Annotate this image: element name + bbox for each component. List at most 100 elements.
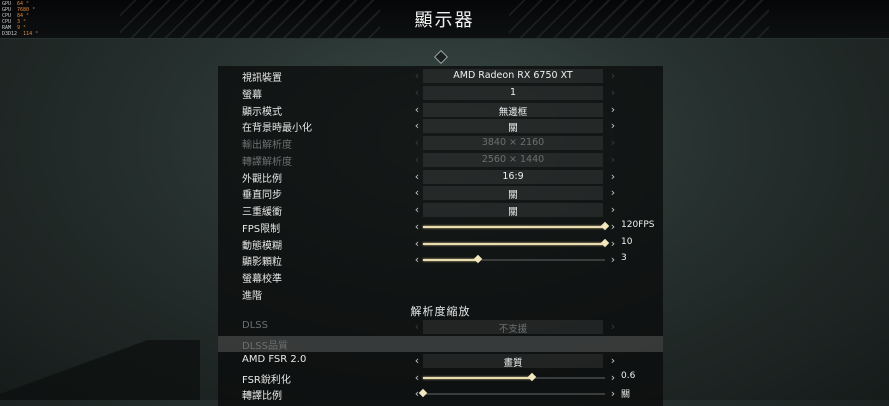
setting-value: 不支援 xyxy=(498,324,528,336)
overlay-label: D3D12 xyxy=(2,31,18,37)
chevron-right-icon[interactable]: › xyxy=(608,237,618,250)
setting-slider[interactable] xyxy=(423,372,605,381)
chevron-right-icon: › xyxy=(610,152,616,166)
setting-value: AMD Radeon RX 6750 XT xyxy=(453,70,573,81)
setting-row: 轉譯解析度 ‹ › 2560 × 1440 xyxy=(218,152,663,168)
setting-label: 轉譯解析度 xyxy=(242,156,292,168)
setting-value: 關 xyxy=(508,123,518,135)
setting-slider[interactable] xyxy=(418,389,605,398)
setting-label: 顯示模式 xyxy=(242,106,282,118)
slider-value: 10 xyxy=(621,236,633,247)
setting-row[interactable]: 外觀比例 ‹ › 16:9 xyxy=(218,169,663,185)
setting-label: 進階 xyxy=(242,290,262,302)
chevron-right-icon[interactable]: › xyxy=(608,354,618,367)
setting-value: 2560 × 1440 xyxy=(481,153,545,165)
slider-value: 3 xyxy=(621,253,627,264)
page-title: 顯示器 xyxy=(414,10,475,31)
setting-row: DLSS品質 xyxy=(218,336,663,352)
chevron-right-icon[interactable]: › xyxy=(608,203,618,216)
chevron-right-icon[interactable]: › xyxy=(608,387,618,400)
chevron-right-icon[interactable]: › xyxy=(608,253,618,266)
chevron-left-icon[interactable]: ‹ xyxy=(412,371,422,384)
setting-row: DLSS ‹ › 不支援 xyxy=(218,319,663,335)
setting-row[interactable]: 螢幕校準 xyxy=(218,269,663,285)
overlay-value: 114 ° xyxy=(23,31,39,37)
setting-value-box: 不支援 xyxy=(423,320,603,336)
display-settings-panel: 視訊裝置 ‹ › AMD Radeon RX 6750 XT 螢幕 ‹ › 1 顯示模式 ‹ › 無邊… xyxy=(218,66,663,406)
chevron-left-icon[interactable]: ‹ xyxy=(412,354,422,367)
chevron-right-icon: › xyxy=(610,320,616,334)
setting-value: 3840 × 2160 xyxy=(481,137,545,148)
setting-label: FPS限制 xyxy=(242,223,281,235)
chevron-right-icon: › xyxy=(610,69,616,82)
chevron-right-icon[interactable]: › xyxy=(608,170,618,183)
setting-value-box[interactable]: AMD Radeon RX 6750 XT xyxy=(423,69,603,83)
chevron-left-icon: ‹ xyxy=(414,136,420,149)
slider-handle[interactable] xyxy=(527,372,537,381)
setting-label: 外觀比例 xyxy=(242,173,282,185)
setting-value-box[interactable]: 1 xyxy=(423,85,603,100)
setting-value: 1 xyxy=(509,86,517,98)
setting-row[interactable]: 視訊裝置 ‹ › AMD Radeon RX 6750 XT xyxy=(218,68,663,84)
setting-row[interactable]: 三重緩衝 ‹ › 關 xyxy=(218,202,663,218)
setting-label: 輸出解析度 xyxy=(242,140,292,151)
setting-value: 無邊框 xyxy=(498,106,528,118)
setting-value-box[interactable]: 16:9 xyxy=(423,169,603,184)
slider-fill xyxy=(423,259,478,262)
setting-label: 在背景時最小化 xyxy=(242,123,312,135)
overlay-line: D3D12 114 ° xyxy=(2,31,38,37)
setting-row[interactable]: FPS限制 ‹ › 120FPS xyxy=(218,219,663,235)
chevron-left-icon[interactable]: ‹ xyxy=(412,220,422,233)
setting-row[interactable]: 螢幕 ‹ › 1 xyxy=(218,85,663,101)
slider-fill xyxy=(423,225,605,228)
slider-value: 關 xyxy=(621,390,631,401)
setting-row[interactable]: 顯影顆粒 ‹ › 3 xyxy=(218,252,663,268)
setting-row[interactable]: FSR銳利化 ‹ › 0.6 xyxy=(218,370,663,386)
setting-row[interactable]: AMD FSR 2.0 ‹ › 畫質 xyxy=(218,353,663,369)
slider-handle[interactable] xyxy=(473,255,482,264)
slider-value: 0.6 xyxy=(621,370,636,381)
setting-row[interactable]: 顯示模式 ‹ › 無邊框 xyxy=(218,102,663,118)
setting-value-box[interactable]: 關 xyxy=(423,203,603,218)
slider-fill xyxy=(423,376,533,379)
setting-slider[interactable] xyxy=(423,238,610,247)
chevron-right-icon[interactable]: › xyxy=(608,371,618,384)
chevron-left-icon: ‹ xyxy=(414,69,420,82)
chevron-left-icon[interactable]: ‹ xyxy=(412,170,422,183)
setting-label: 動態模糊 xyxy=(242,240,282,252)
chevron-left-icon[interactable]: ‹ xyxy=(412,186,422,199)
setting-row[interactable]: 進階 xyxy=(218,286,663,302)
setting-slider[interactable] xyxy=(423,221,610,230)
chevron-right-icon[interactable]: › xyxy=(608,186,618,199)
setting-label: 視訊裝置 xyxy=(242,73,282,84)
setting-slider[interactable] xyxy=(423,255,605,264)
chevron-left-icon[interactable]: ‹ xyxy=(412,203,422,216)
setting-value-box: 3840 × 2160 xyxy=(423,136,603,150)
setting-label: 顯影顆粒 xyxy=(242,257,282,269)
setting-row: 輸出解析度 ‹ › 3840 × 2160 xyxy=(218,135,663,151)
performance-overlay: GPU 64 ° GPU 7680 ° CPU 84 ° CPU 3 ° RAM 9 ° D3D12… xyxy=(2,1,38,37)
chevron-left-icon[interactable]: ‹ xyxy=(412,119,422,132)
setting-row[interactable]: 垂直同步 ‹ › 關 xyxy=(218,185,663,201)
setting-label: DLSS品質 xyxy=(242,341,288,352)
setting-value-box[interactable]: 關 xyxy=(423,119,603,135)
setting-value: 關 xyxy=(508,207,518,218)
background-mountain xyxy=(0,340,200,400)
setting-row[interactable]: 在背景時最小化 ‹ › 關 xyxy=(218,118,663,134)
setting-value: 16:9 xyxy=(502,170,524,182)
chevron-left-icon[interactable]: ‹ xyxy=(412,253,422,266)
setting-label: FSR銳利化 xyxy=(242,374,291,386)
diamond-ornament-icon xyxy=(433,49,449,65)
chevron-right-icon[interactable]: › xyxy=(608,220,618,233)
chevron-right-icon[interactable]: › xyxy=(608,119,618,132)
chevron-left-icon[interactable]: ‹ xyxy=(412,103,422,116)
chevron-left-icon: ‹ xyxy=(414,320,420,334)
setting-row[interactable]: 動態模糊 ‹ › 10 xyxy=(218,236,663,252)
chevron-right-icon[interactable]: › xyxy=(608,103,618,116)
setting-value-box[interactable]: 畫質 xyxy=(423,353,603,369)
chevron-left-icon[interactable]: ‹ xyxy=(412,237,422,250)
setting-value: 關 xyxy=(508,190,518,202)
setting-value-box[interactable]: 無邊框 xyxy=(423,102,603,118)
setting-value-box[interactable]: 關 xyxy=(423,186,603,202)
setting-label: 螢幕校準 xyxy=(242,274,282,285)
